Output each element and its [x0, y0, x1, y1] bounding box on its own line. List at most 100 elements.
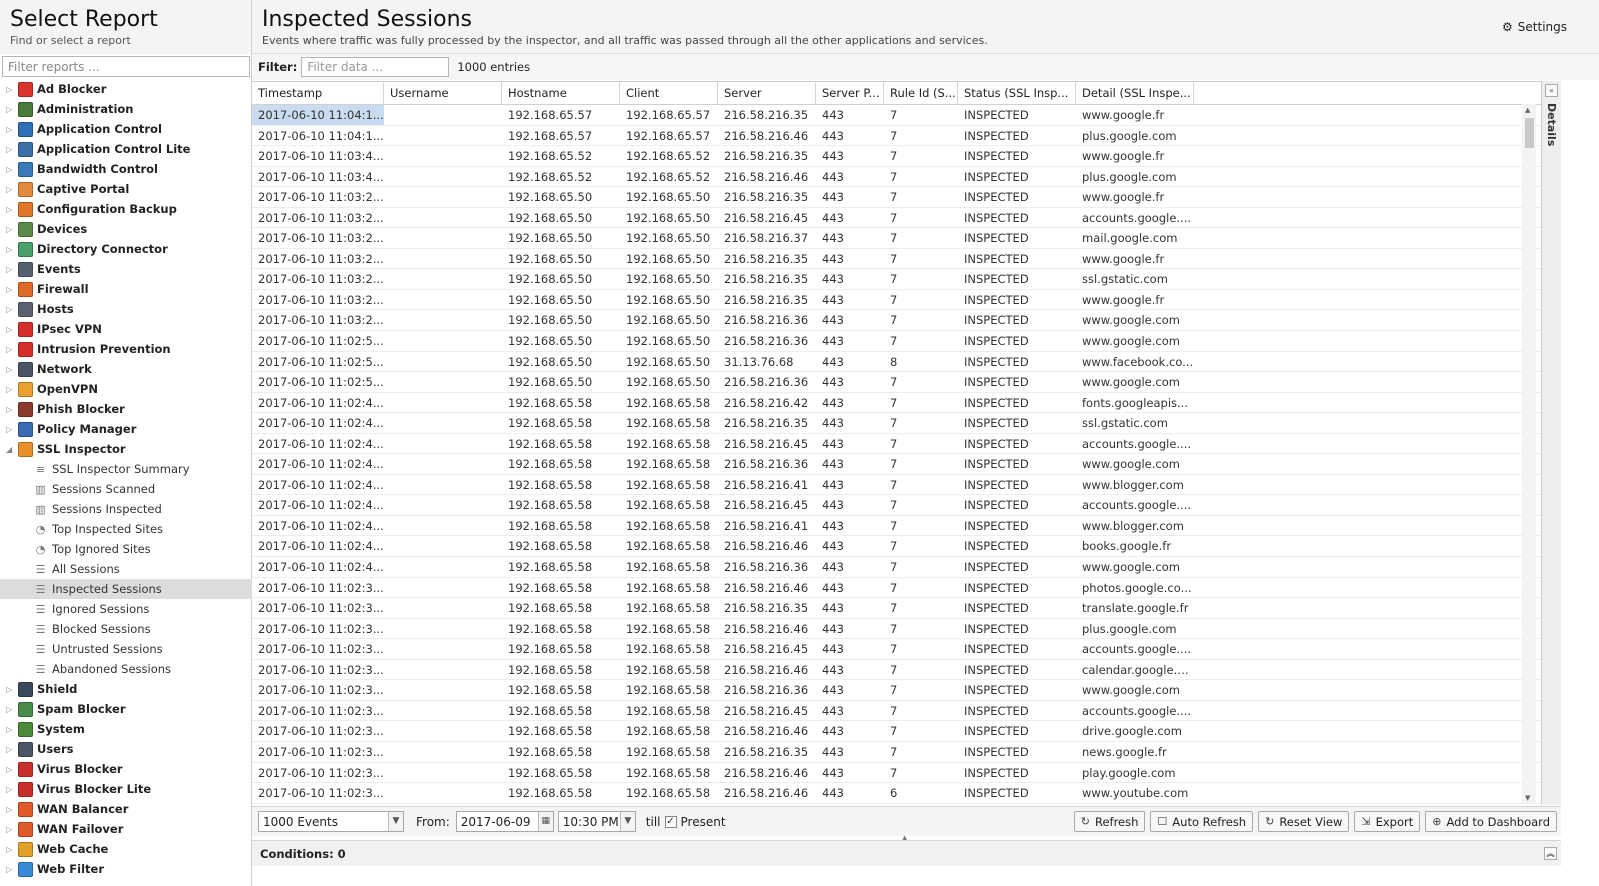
expand-arrow-icon[interactable]: ▷: [6, 245, 14, 254]
tree-item-hosts[interactable]: ▷ Hosts: [0, 299, 252, 319]
table-row[interactable]: 2017-06-10 11:02:3... 192.168.65.58 192.16…: [252, 763, 1542, 784]
table-row[interactable]: 2017-06-10 11:03:4... 192.168.65.52 192.16…: [252, 146, 1542, 167]
add-to-dashboard-button[interactable]: ⊕ Add to Dashboard: [1425, 811, 1557, 832]
tree-item-users[interactable]: ▷ Users: [0, 739, 252, 759]
scrollbar-thumb[interactable]: [1525, 118, 1534, 148]
expand-arrow-icon[interactable]: ▷: [6, 765, 14, 774]
table-row[interactable]: 2017-06-10 11:02:4... 192.168.65.58 192.16…: [252, 475, 1542, 496]
reset-view-button[interactable]: ↻ Reset View: [1258, 811, 1350, 832]
tree-item-system[interactable]: ▷ System: [0, 719, 252, 739]
tree-item-bandwidth-control[interactable]: ▷ Bandwidth Control: [0, 159, 252, 179]
collapse-arrow-icon[interactable]: ◢: [6, 445, 14, 454]
tree-item-events[interactable]: ▷ Events: [0, 259, 252, 279]
table-row[interactable]: 2017-06-10 11:02:3... 192.168.65.58 192.16…: [252, 660, 1542, 681]
column-header[interactable]: Server P...: [816, 82, 884, 105]
tree-item-shield[interactable]: ▷ Shield: [0, 679, 252, 699]
column-header[interactable]: Status (SSL Insp...: [958, 82, 1076, 105]
report-item-top-inspected-sites[interactable]: ◔ Top Inspected Sites: [0, 519, 252, 539]
table-row[interactable]: 2017-06-10 11:02:5... 192.168.65.50 192.16…: [252, 331, 1542, 352]
table-row[interactable]: 2017-06-10 11:02:4... 192.168.65.58 192.16…: [252, 516, 1542, 537]
expand-arrow-icon[interactable]: ▷: [6, 825, 14, 834]
tree-item-policy-manager[interactable]: ▷ Policy Manager: [0, 419, 252, 439]
expand-arrow-icon[interactable]: ▷: [6, 85, 14, 94]
tree-item-ad-blocker[interactable]: ▷ Ad Blocker: [0, 79, 252, 99]
table-row[interactable]: 2017-06-10 11:03:2... 192.168.65.50 192.16…: [252, 269, 1542, 290]
table-row[interactable]: 2017-06-10 11:02:5... 192.168.65.50 192.16…: [252, 372, 1542, 393]
table-row[interactable]: 2017-06-10 11:02:4... 192.168.65.58 192.16…: [252, 434, 1542, 455]
chevron-down-icon[interactable]: ▼: [619, 812, 635, 831]
details-label[interactable]: Details: [1545, 103, 1558, 146]
expand-arrow-icon[interactable]: ▷: [6, 805, 14, 814]
table-row[interactable]: 2017-06-10 11:03:2... 192.168.65.50 192.16…: [252, 249, 1542, 270]
table-row[interactable]: 2017-06-10 11:02:3... 192.168.65.58 192.16…: [252, 578, 1542, 599]
expand-arrow-icon[interactable]: ▷: [6, 165, 14, 174]
table-row[interactable]: 2017-06-10 11:03:4... 192.168.65.52 192.16…: [252, 167, 1542, 188]
table-row[interactable]: 2017-06-10 11:02:3... 192.168.65.58 192.16…: [252, 742, 1542, 763]
expand-arrow-icon[interactable]: ▷: [6, 725, 14, 734]
table-row[interactable]: 2017-06-10 11:02:3... 192.168.65.58 192.16…: [252, 680, 1542, 701]
tree-item-openvpn[interactable]: ▷ OpenVPN: [0, 379, 252, 399]
events-limit-select[interactable]: 1000 Events ▼: [258, 811, 404, 832]
tree-item-devices[interactable]: ▷ Devices: [0, 219, 252, 239]
column-header[interactable]: Timestamp: [252, 82, 384, 105]
report-item-sessions-scanned[interactable]: ▥ Sessions Scanned: [0, 479, 252, 499]
details-panel-collapsed[interactable]: « Details: [1541, 81, 1561, 805]
expand-arrow-icon[interactable]: ▷: [6, 145, 14, 154]
tree-item-wan-failover[interactable]: ▷ WAN Failover: [0, 819, 252, 839]
expand-arrow-icon[interactable]: ▷: [6, 345, 14, 354]
column-header[interactable]: Rule Id (S...: [884, 82, 958, 105]
filter-data-input[interactable]: [301, 57, 450, 77]
table-row[interactable]: 2017-06-10 11:02:5... 192.168.65.50 192.16…: [252, 352, 1542, 373]
tree-item-spam-blocker[interactable]: ▷ Spam Blocker: [0, 699, 252, 719]
table-row[interactable]: 2017-06-10 11:02:3... 192.168.65.58 192.16…: [252, 701, 1542, 722]
tree-item-ssl-inspector[interactable]: ◢ SSL Inspector: [0, 439, 252, 459]
expand-arrow-icon[interactable]: ▷: [6, 285, 14, 294]
settings-button[interactable]: ⚙ Settings: [1502, 20, 1567, 34]
column-header[interactable]: Detail (SSL Inspe...: [1076, 82, 1194, 105]
expand-arrow-icon[interactable]: ▷: [6, 205, 14, 214]
column-header[interactable]: Server: [718, 82, 816, 105]
refresh-button[interactable]: ↻ Refresh: [1073, 811, 1146, 832]
table-row[interactable]: 2017-06-10 11:02:4... 192.168.65.58 192.16…: [252, 495, 1542, 516]
expand-arrow-icon[interactable]: ▷: [6, 305, 14, 314]
tree-item-application-control-lite[interactable]: ▷ Application Control Lite: [0, 139, 252, 159]
table-row[interactable]: 2017-06-10 11:02:3... 192.168.65.58 192.16…: [252, 721, 1542, 742]
report-item-ssl-inspector-summary[interactable]: ≡ SSL Inspector Summary: [0, 459, 252, 479]
expand-arrow-icon[interactable]: ▷: [6, 785, 14, 794]
expand-arrow-icon[interactable]: ▷: [6, 225, 14, 234]
expand-arrow-icon[interactable]: ▷: [6, 865, 14, 874]
table-row[interactable]: 2017-06-10 11:02:4... 192.168.65.58 192.16…: [252, 557, 1542, 578]
expand-arrow-icon[interactable]: ▷: [6, 325, 14, 334]
table-row[interactable]: 2017-06-10 11:03:2... 192.168.65.50 192.16…: [252, 228, 1542, 249]
report-item-untrusted-sessions[interactable]: ☰ Untrusted Sessions: [0, 639, 252, 659]
tree-item-virus-blocker[interactable]: ▷ Virus Blocker: [0, 759, 252, 779]
table-row[interactable]: 2017-06-10 11:04:1... 192.168.65.57 192.16…: [252, 126, 1542, 147]
expand-arrow-icon[interactable]: ▷: [6, 845, 14, 854]
expand-arrow-icon[interactable]: ▷: [6, 705, 14, 714]
report-item-ignored-sessions[interactable]: ☰ Ignored Sessions: [0, 599, 252, 619]
report-item-sessions-inspected[interactable]: ▥ Sessions Inspected: [0, 499, 252, 519]
filter-reports-input[interactable]: [2, 56, 250, 77]
table-row[interactable]: 2017-06-10 11:02:3... 192.168.65.58 192.16…: [252, 598, 1542, 619]
column-header[interactable]: Hostname: [502, 82, 620, 105]
table-row[interactable]: 2017-06-10 11:02:4... 192.168.65.58 192.16…: [252, 536, 1542, 558]
expand-arrow-icon[interactable]: ▷: [6, 105, 14, 114]
calendar-icon[interactable]: ▦: [537, 812, 553, 831]
chevron-down-icon[interactable]: ▼: [388, 812, 403, 831]
table-row[interactable]: 2017-06-10 11:02:4... 192.168.65.58 192.16…: [252, 413, 1542, 434]
report-item-inspected-sessions[interactable]: ☰ Inspected Sessions: [0, 579, 252, 599]
tree-item-firewall[interactable]: ▷ Firewall: [0, 279, 252, 299]
expand-arrow-icon[interactable]: ▷: [6, 405, 14, 414]
tree-item-administration[interactable]: ▷ Administration: [0, 99, 252, 119]
table-row[interactable]: 2017-06-10 11:02:3... 192.168.65.58 192.16…: [252, 639, 1542, 660]
tree-item-directory-connector[interactable]: ▷ Directory Connector: [0, 239, 252, 259]
table-row[interactable]: 2017-06-10 11:03:2... 192.168.65.50 192.16…: [252, 290, 1542, 311]
table-row[interactable]: 2017-06-10 11:02:4... 192.168.65.58 192.16…: [252, 454, 1542, 475]
scroll-up-icon[interactable]: ▲: [1525, 106, 1530, 114]
report-item-blocked-sessions[interactable]: ☰ Blocked Sessions: [0, 619, 252, 639]
report-item-abandoned-sessions[interactable]: ☰ Abandoned Sessions: [0, 659, 252, 679]
tree-item-web-cache[interactable]: ▷ Web Cache: [0, 839, 252, 859]
table-row[interactable]: 2017-06-10 11:03:2... 192.168.65.50 192.16…: [252, 208, 1542, 229]
table-row[interactable]: 2017-06-10 11:02:4... 192.168.65.58 192.16…: [252, 393, 1542, 414]
expand-arrow-icon[interactable]: ▷: [6, 385, 14, 394]
